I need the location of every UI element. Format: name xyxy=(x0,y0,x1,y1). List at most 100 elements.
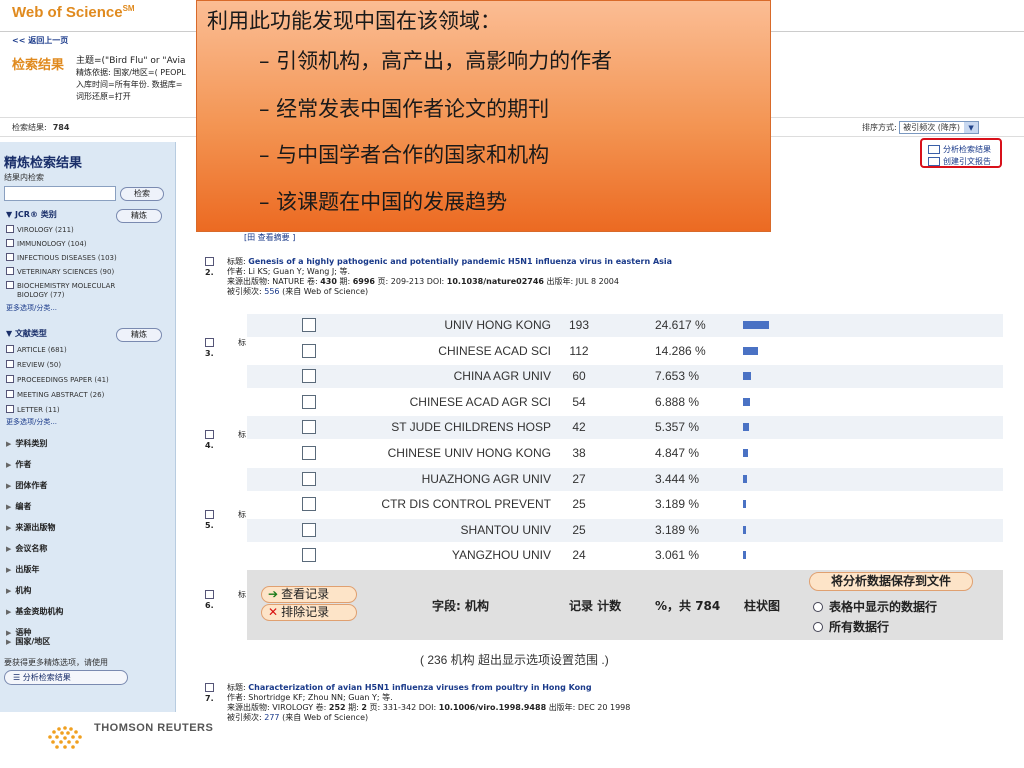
row-checkbox[interactable] xyxy=(302,497,316,512)
row-organization: CTR DIS CONTROL PREVENT xyxy=(381,497,551,512)
record-checkbox[interactable] xyxy=(205,430,214,439)
expand-icon: ▶ xyxy=(6,638,12,646)
view-abstract-link[interactable]: [田 查看摘要 ] xyxy=(244,232,295,243)
expand-icon: ▶ xyxy=(6,440,12,448)
row-checkbox[interactable] xyxy=(302,446,316,460)
checkbox[interactable] xyxy=(6,281,14,289)
chart-icon: ☰ xyxy=(13,673,23,682)
row-checkbox[interactable] xyxy=(302,394,316,409)
callout-heading: 利用此功能发现中国在该领域： xyxy=(207,9,501,33)
cited-count-link[interactable]: 277 xyxy=(264,713,279,722)
facet-item[interactable]: VETERINARY SCIENCES (90) xyxy=(6,267,114,276)
facet-item[interactable]: INFECTIOUS DISEASES (103) xyxy=(6,253,117,262)
facet-item[interactable]: REVIEW (50) xyxy=(6,360,61,369)
remove-records-button[interactable]: ✕ 排除记录 xyxy=(261,604,357,621)
thomson-reuters-wordmark: THOMSON REUTERS xyxy=(94,722,214,734)
refine-jcr-button[interactable]: 精炼 xyxy=(116,209,162,223)
checkbox[interactable] xyxy=(6,390,14,398)
sidebar-category-conference[interactable]: ▶ 会议名称 xyxy=(6,543,47,554)
back-link[interactable]: << 返回上一页 xyxy=(12,35,68,46)
cited-count-link[interactable]: 556 xyxy=(264,287,279,296)
checkbox[interactable] xyxy=(6,225,14,233)
row-checkbox[interactable] xyxy=(302,548,316,563)
facet-item[interactable]: ARTICLE (681) xyxy=(6,345,67,354)
analysis-row: HUAZHONG AGR UNIV 27 3.444 % xyxy=(247,467,1003,491)
expand-icon: ▶ xyxy=(6,482,12,490)
analyze-results-link[interactable]: 分析检索结果 xyxy=(928,144,991,155)
web-of-science-logo[interactable]: Web of ScienceSM xyxy=(12,4,135,21)
record-checkbox[interactable] xyxy=(205,257,214,266)
sidebar-category-group-author[interactable]: ▶ 团体作者 xyxy=(6,480,47,491)
facet-item[interactable]: BIOCHEMISTRY MOLECULAR xyxy=(6,281,115,290)
facet-item[interactable]: MEETING ABSTRACT (26) xyxy=(6,390,104,399)
refine-sidebar: 精炼检索结果 结果内检索 检索 ▼ JCR® 类别 精炼 VIROLOGY (2… xyxy=(0,142,176,712)
more-options-link[interactable]: 更多选项/分类... xyxy=(6,303,57,313)
checkbox[interactable] xyxy=(6,375,14,383)
record-checkbox[interactable] xyxy=(205,590,214,599)
record-authors: 作者: Li KS; Guan Y; Wang J; 等. xyxy=(227,267,351,276)
record-checkbox[interactable] xyxy=(205,510,214,519)
sort-select[interactable]: 被引频次 (降序) ▼ xyxy=(899,121,980,134)
sidebar-category-editor[interactable]: ▶ 编者 xyxy=(6,501,31,512)
sidebar-category-year[interactable]: ▶ 出版年 xyxy=(6,564,39,575)
record-title-link[interactable]: Characterization of avian H5N1 influenza… xyxy=(248,683,591,692)
query-summary: 主题=("Bird Flu" or "Avia 精炼依据: 国家/地区=( PE… xyxy=(76,55,186,103)
row-checkbox[interactable] xyxy=(302,318,316,332)
facet-item[interactable]: LETTER (11) xyxy=(6,405,60,414)
range-note: ( 236 机构 超出显示选项设置范围 .) xyxy=(420,653,609,667)
citation-report-link[interactable]: 创建引文报告 xyxy=(928,156,991,167)
radio-icon[interactable] xyxy=(813,622,823,632)
facet-doctype-heading[interactable]: ▼ 文献类型 xyxy=(6,328,47,339)
search-within-input[interactable] xyxy=(4,186,116,201)
checkbox[interactable] xyxy=(6,360,14,368)
record-checkbox[interactable] xyxy=(205,683,214,692)
chevron-down-icon: ▼ xyxy=(964,122,979,133)
row-checkbox[interactable] xyxy=(302,522,316,537)
facet-item[interactable]: IMMUNOLOGY (104) xyxy=(6,239,87,248)
sidebar-category-author[interactable]: ▶ 作者 xyxy=(6,459,31,470)
sidebar-analyze-button[interactable]: ☰ 分析检索结果 xyxy=(4,670,128,685)
row-bar xyxy=(743,551,746,560)
row-percent: 6.888 % xyxy=(655,394,700,409)
search-within-button[interactable]: 检索 xyxy=(120,187,164,201)
query-refined: 精炼依据: 国家/地区=( PEOPL xyxy=(76,68,186,77)
record-title-link[interactable]: Genesis of a highly pathogenic and poten… xyxy=(248,257,672,266)
save-analysis-button[interactable]: 将分析数据保存到文件 xyxy=(809,572,973,591)
radio-icon[interactable] xyxy=(813,602,823,612)
row-percent: 4.847 % xyxy=(655,446,700,460)
more-options-link[interactable]: 更多选项/分类... xyxy=(6,417,57,427)
refine-doctype-button[interactable]: 精炼 xyxy=(116,328,162,342)
facet-item[interactable]: VIROLOGY (211) xyxy=(6,225,74,234)
view-records-button[interactable]: ➔ 查看记录 xyxy=(261,586,357,603)
sidebar-category-subject[interactable]: ▶ 学科类别 xyxy=(6,438,47,449)
search-within-label: 结果内检索 xyxy=(4,173,44,182)
expand-icon: ▶ xyxy=(6,545,12,553)
facet-item[interactable]: PROCEEDINGS PAPER (41) xyxy=(6,375,109,384)
row-checkbox[interactable] xyxy=(302,369,316,384)
analysis-controls: ➔ 查看记录 ✕ 排除记录 字段: 机构 记录 计数 %，共 784 柱状图 将分析… xyxy=(247,570,1003,640)
radio-all-rows[interactable]: 所有数据行 xyxy=(813,618,889,635)
facet-jcr-heading[interactable]: ▼ JCR® 类别 xyxy=(6,209,57,220)
checkbox[interactable] xyxy=(6,345,14,353)
sidebar-category-country[interactable]: ▶ 国家/地区 xyxy=(6,636,50,647)
record-source: 来源出版物: NATURE 卷: 430 期: 6996 页: 209-213 … xyxy=(227,277,619,286)
callout-bullet: – 该课题在中国的发展趋势 xyxy=(259,190,508,214)
record-checkbox[interactable] xyxy=(205,338,214,347)
radio-shown-rows[interactable]: 表格中显示的数据行 xyxy=(813,598,937,615)
row-bar xyxy=(743,321,769,329)
expand-icon: ▶ xyxy=(6,503,12,511)
row-organization: CHINESE ACAD SCI xyxy=(438,343,551,358)
checkbox[interactable] xyxy=(6,253,14,261)
row-checkbox[interactable] xyxy=(302,343,316,358)
sidebar-category-funding[interactable]: ▶ 基金资助机构 xyxy=(6,606,63,617)
row-checkbox[interactable] xyxy=(302,420,316,435)
analyze-links-highlight: 分析检索结果 创建引文报告 xyxy=(920,138,1002,168)
row-bar xyxy=(743,346,758,355)
checkbox[interactable] xyxy=(6,267,14,275)
expand-icon: ▶ xyxy=(6,566,12,574)
row-checkbox[interactable] xyxy=(302,471,316,486)
checkbox[interactable] xyxy=(6,405,14,413)
sidebar-category-source[interactable]: ▶ 来源出版物 xyxy=(6,522,55,533)
sidebar-category-organization[interactable]: ▶ 机构 xyxy=(6,585,31,596)
checkbox[interactable] xyxy=(6,239,14,247)
